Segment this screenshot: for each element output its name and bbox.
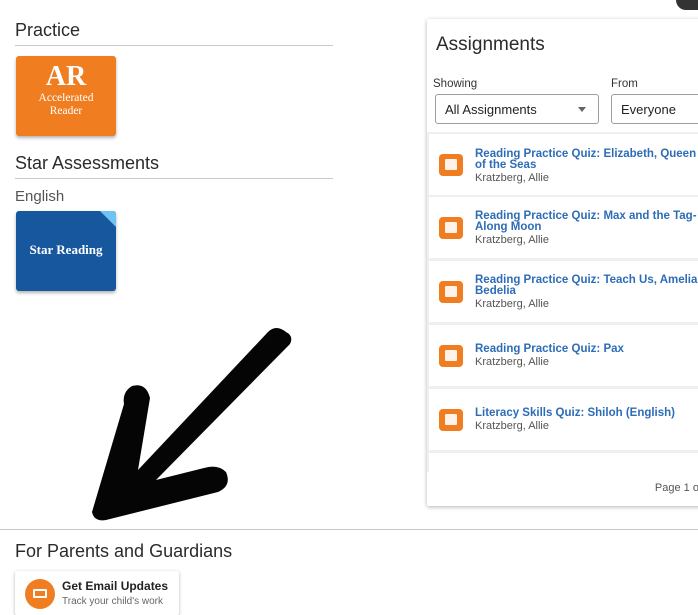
book-icon bbox=[439, 345, 463, 367]
chevron-down-icon bbox=[578, 107, 586, 112]
list-item bbox=[429, 453, 698, 472]
book-icon bbox=[439, 154, 463, 176]
decorative-blob bbox=[676, 0, 698, 10]
get-email-updates-button[interactable]: Get Email Updates Track your child's wor… bbox=[15, 571, 179, 615]
tile-corner-flag-icon bbox=[100, 211, 116, 227]
list-item[interactable]: Reading Practice Quiz: Max and the Tag-A… bbox=[429, 197, 698, 258]
parents-divider bbox=[0, 529, 698, 530]
from-select-value: Everyone bbox=[621, 102, 676, 117]
accelerated-reader-tile[interactable]: AR Accelerated Reader bbox=[16, 56, 116, 136]
showing-select-value: All Assignments bbox=[445, 102, 537, 117]
ar-logo-text: AR bbox=[45, 61, 87, 92]
book-icon bbox=[439, 217, 463, 239]
pagination-label: Page 1 of bbox=[654, 482, 698, 494]
assignment-teacher: Kratzberg, Allie bbox=[475, 356, 549, 368]
assignment-title[interactable]: Reading Practice Quiz: Teach Us, Amelia … bbox=[475, 274, 698, 297]
from-select[interactable]: Everyone bbox=[611, 94, 698, 124]
assignment-teacher: Kratzberg, Allie bbox=[475, 298, 549, 310]
language-label: English bbox=[15, 188, 65, 205]
assignment-teacher: Kratzberg, Allie bbox=[475, 420, 549, 432]
ar-line1: Accelerated bbox=[38, 92, 94, 104]
email-updates-subtitle: Track your child's work bbox=[62, 596, 164, 607]
assignments-title: Assignments bbox=[436, 34, 545, 55]
list-item[interactable]: Literacy Skills Quiz: Shiloh (English) K… bbox=[429, 389, 698, 450]
list-item[interactable]: Reading Practice Quiz: Elizabeth, Queen … bbox=[429, 134, 698, 195]
star-assessments-title: Star Assessments bbox=[15, 153, 160, 173]
parents-title: For Parents and Guardians bbox=[15, 541, 233, 561]
from-label: From bbox=[611, 78, 638, 90]
ar-line2: Reader bbox=[49, 105, 83, 117]
envelope-icon bbox=[25, 579, 55, 609]
star-divider bbox=[15, 178, 333, 179]
black-arrow-icon bbox=[92, 328, 292, 521]
showing-label: Showing bbox=[433, 78, 478, 90]
assignment-title[interactable]: Reading Practice Quiz: Elizabeth, Queen … bbox=[475, 148, 698, 171]
list-item[interactable]: Reading Practice Quiz: Pax Kratzberg, Al… bbox=[429, 325, 698, 386]
list-item[interactable]: Reading Practice Quiz: Teach Us, Amelia … bbox=[429, 261, 698, 322]
assignment-teacher: Kratzberg, Allie bbox=[475, 172, 549, 184]
showing-select[interactable]: All Assignments bbox=[435, 94, 599, 124]
practice-title: Practice bbox=[15, 20, 81, 40]
book-icon bbox=[439, 281, 463, 303]
practice-divider bbox=[15, 45, 333, 46]
assignment-teacher: Kratzberg, Allie bbox=[475, 234, 549, 246]
book-icon bbox=[439, 409, 463, 431]
assignments-card: Assignments Showing From All Assignments… bbox=[427, 19, 698, 506]
assignment-title[interactable]: Reading Practice Quiz: Max and the Tag-A… bbox=[475, 210, 698, 233]
assignment-title[interactable]: Literacy Skills Quiz: Shiloh (English) bbox=[475, 407, 698, 419]
email-updates-title: Get Email Updates bbox=[62, 579, 169, 593]
star-reading-tile[interactable]: Star Reading bbox=[16, 211, 116, 291]
star-reading-label: Star Reading bbox=[29, 242, 103, 257]
assignment-title[interactable]: Reading Practice Quiz: Pax bbox=[475, 343, 698, 355]
assignments-list: Reading Practice Quiz: Elizabeth, Queen … bbox=[427, 132, 698, 472]
